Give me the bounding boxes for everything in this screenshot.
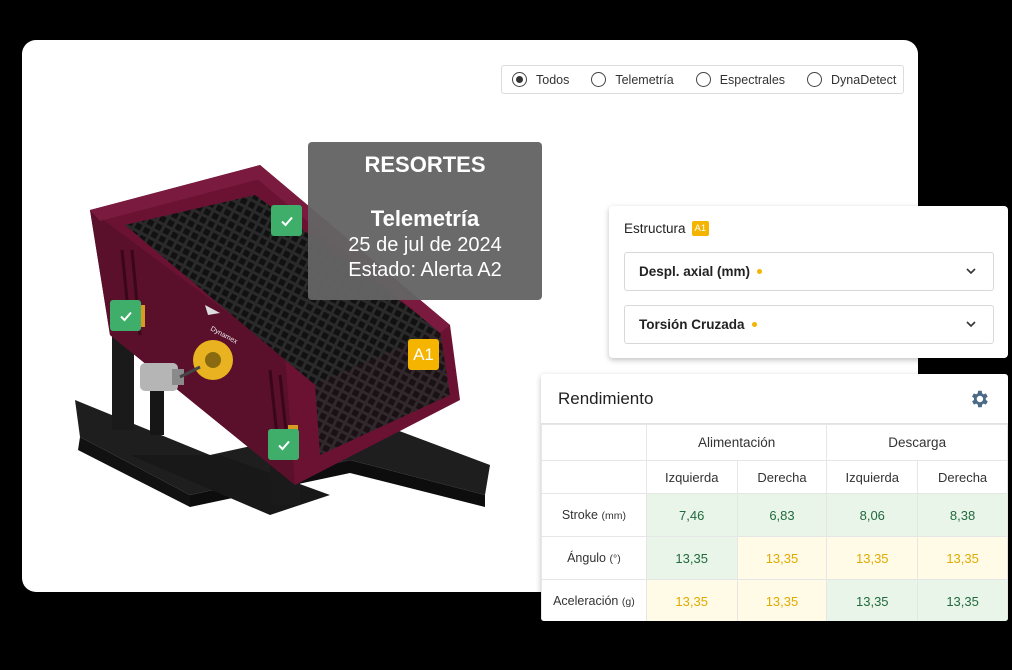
estructura-header: Estructura A1 <box>624 221 710 236</box>
radio-unchecked-icon <box>591 72 607 87</box>
rendimiento-table: Alimentación Descarga Izquierda Derecha … <box>541 424 1008 621</box>
select-label: Despl. axial (mm) <box>639 264 751 279</box>
row-label: Stroke (mm) <box>541 493 647 537</box>
alert-dot-icon <box>757 269 763 274</box>
alert-marker-label: A1 <box>413 344 434 364</box>
torsion-cruzada-select[interactable]: Torsión Cruzada <box>624 305 994 344</box>
alert-a1-marker[interactable]: A1 <box>408 339 439 370</box>
spring-status-ok-marker[interactable] <box>271 205 302 236</box>
group-header: Alimentación <box>645 424 828 461</box>
radio-unchecked-icon <box>695 72 711 87</box>
row-unit: (°) <box>609 553 621 565</box>
component-tooltip: RESORTES Telemetría 25 de jul de 2024 Es… <box>308 142 542 300</box>
gear-icon[interactable] <box>968 388 990 410</box>
filter-radio-group: Todos Telemetría Espectrales DynaDetect <box>501 65 904 94</box>
rendimiento-header: Rendimiento <box>541 374 1008 424</box>
radio-espectrales[interactable]: Espectrales <box>695 72 786 87</box>
table-row: Stroke (mm) 7,46 6,83 8,06 8,38 <box>541 493 1008 537</box>
rendimiento-title: Rendimiento <box>558 389 654 408</box>
radio-unchecked-icon <box>807 72 823 87</box>
sub-header: Derecha <box>736 460 828 494</box>
radio-label: Espectrales <box>719 72 786 87</box>
radio-label: Telemetría <box>615 72 674 87</box>
value-cell: 13,35 <box>917 579 1008 621</box>
row-label: Ángulo (°) <box>541 536 647 580</box>
row-label: Aceleración (g) <box>541 579 647 621</box>
check-icon <box>280 216 293 226</box>
estructura-badge: A1 <box>691 221 710 236</box>
value-cell: 13,35 <box>645 579 738 621</box>
tooltip-status: Estado: Alerta A2 <box>348 259 502 281</box>
estructura-title: Estructura <box>624 221 686 236</box>
radio-todos[interactable]: Todos <box>512 72 569 87</box>
value-cell: 13,35 <box>826 579 919 621</box>
tooltip-title: RESORTES <box>364 152 486 177</box>
radio-checked-icon <box>512 72 527 87</box>
row-label-text: Ángulo <box>567 551 607 565</box>
sub-header: Izquierda <box>645 460 738 494</box>
radio-dynadetect[interactable]: DynaDetect <box>807 72 896 87</box>
row-unit: (mm) <box>601 510 626 522</box>
spring-status-ok-marker[interactable] <box>110 300 141 331</box>
check-icon <box>277 440 290 450</box>
row-label-text: Stroke <box>561 508 598 522</box>
value-cell: 13,35 <box>736 536 828 580</box>
value-cell: 13,35 <box>736 579 828 621</box>
group-header: Descarga <box>826 424 1008 461</box>
sub-header: Izquierda <box>826 460 919 494</box>
chevron-down-icon <box>966 321 976 328</box>
despl-axial-select[interactable]: Despl. axial (mm) <box>624 252 994 291</box>
value-cell: 8,06 <box>826 493 919 537</box>
value-cell: 6,83 <box>736 493 828 537</box>
alert-dot-icon <box>751 322 757 327</box>
value-cell: 13,35 <box>826 536 919 580</box>
select-label: Torsión Cruzada <box>639 317 745 332</box>
check-icon <box>119 311 132 321</box>
value-cell: 7,46 <box>645 493 738 537</box>
table-row: Aceleración (g) 13,35 13,35 13,35 13,35 <box>541 579 1008 621</box>
estructura-card: Estructura A1 Despl. axial (mm) Torsión … <box>609 206 1008 358</box>
tooltip-source: Telemetría <box>370 206 480 231</box>
chevron-down-icon <box>966 268 976 275</box>
row-label-text: Aceleración <box>553 594 619 608</box>
row-unit: (g) <box>621 596 635 608</box>
radio-label: DynaDetect <box>831 72 897 87</box>
sub-header: Derecha <box>917 460 1008 494</box>
table-row: Ángulo (°) 13,35 13,35 13,35 13,35 <box>541 536 1008 580</box>
spring-status-ok-marker[interactable] <box>268 429 299 460</box>
corner-cell <box>541 424 647 461</box>
radio-label: Todos <box>536 72 570 87</box>
radio-telemetria[interactable]: Telemetría <box>591 72 674 87</box>
value-cell: 13,35 <box>645 536 738 580</box>
tooltip-date: 25 de jul de 2024 <box>348 234 502 256</box>
value-cell: 13,35 <box>917 536 1008 580</box>
value-cell: 8,38 <box>917 493 1008 537</box>
rendimiento-card: Rendimiento Alimentación Descarga Izquie… <box>541 374 1008 621</box>
corner-cell <box>541 460 647 494</box>
